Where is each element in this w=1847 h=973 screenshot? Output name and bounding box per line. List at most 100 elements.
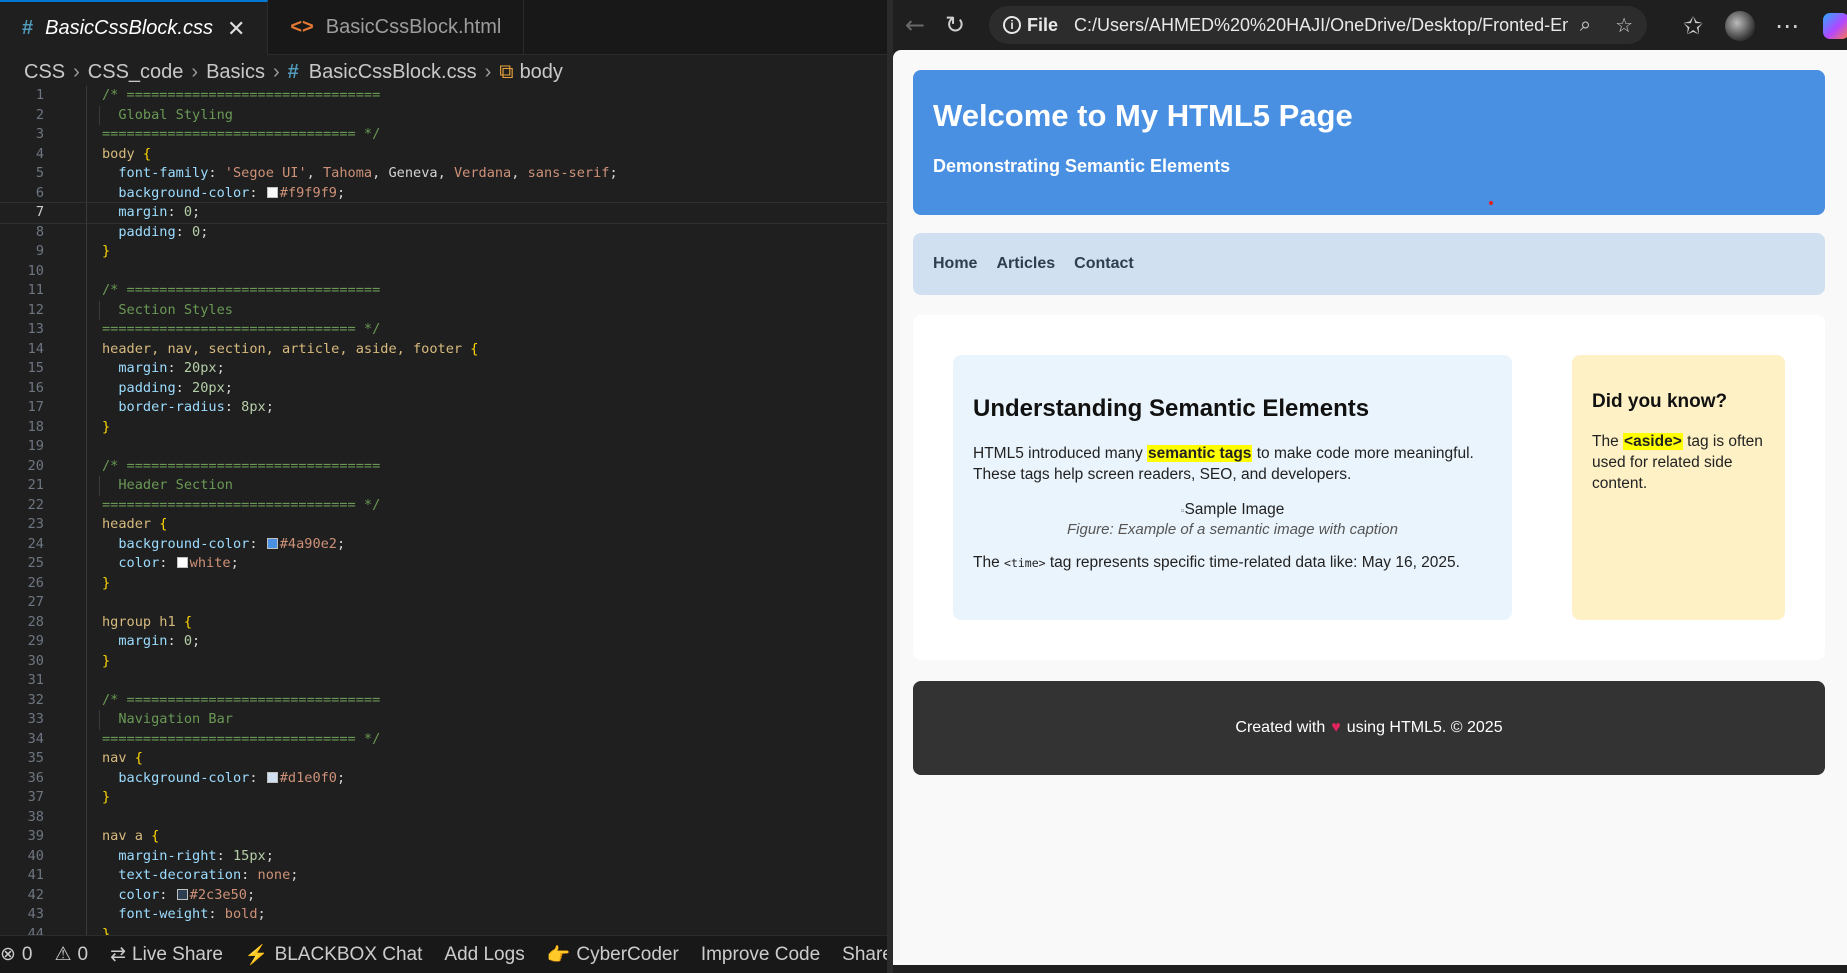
code-line[interactable]: 12 Section Styles (0, 300, 887, 320)
errors-indicator[interactable]: ⊗ 0 (0, 943, 33, 966)
url-text[interactable]: C:/Users/AHMED%20%20HAJI/OneDrive/Deskto… (1074, 15, 1568, 36)
code-line[interactable]: 36 background-color: #d1e0f0; (0, 768, 887, 789)
code-line[interactable]: 41 text-decoration: none; (0, 866, 887, 886)
code-line[interactable]: 1 /* =============================== (0, 86, 887, 106)
code-line[interactable]: 43 font-weight: bold; (0, 905, 887, 925)
code-line[interactable]: 38 (0, 807, 887, 827)
add-logs-button[interactable]: Add Logs (444, 944, 524, 966)
code-line[interactable]: 32 /* =============================== (0, 690, 887, 711)
code-token: background-color (102, 184, 250, 201)
code-line[interactable]: 14 header, nav, section, article, aside, … (0, 339, 887, 359)
code-line[interactable]: 7 margin: 0; (0, 202, 887, 224)
nav-link-home[interactable]: Home (933, 255, 977, 273)
code-line[interactable]: 35 nav { (0, 749, 887, 769)
code-text: font-family: 'Segoe UI', Tahoma, Geneva,… (102, 164, 617, 184)
blackbox-chat-button[interactable]: ⚡ BLACKBOX Chat (245, 943, 423, 967)
code-line[interactable]: 3 =============================== */ (0, 125, 887, 145)
indent-guide (86, 378, 87, 398)
code-line[interactable]: 39 nav a { (0, 827, 887, 847)
code-line[interactable]: 4 body { (0, 144, 887, 164)
code-line[interactable]: 8 padding: 0; (0, 222, 887, 242)
indent-guide (86, 125, 87, 145)
code-line[interactable]: 20 /* =============================== (0, 456, 887, 476)
line-number: 12 (27, 301, 44, 318)
code-line[interactable]: 5 font-family: 'Segoe UI', Tahoma, Genev… (0, 164, 887, 184)
tab-basiccssblock-html[interactable]: <> BasicCssBlock.html (268, 0, 525, 55)
code-line[interactable]: 16 padding: 20px; (0, 378, 887, 398)
code-line[interactable]: 28 hgroup h1 { (0, 612, 887, 632)
code-line[interactable]: 37} (0, 788, 887, 808)
address-bar[interactable]: i File C:/Users/AHMED%20%20HAJI/OneDrive… (989, 6, 1647, 44)
close-icon[interactable]: ✕ (227, 16, 245, 42)
color-swatch-icon[interactable] (266, 771, 278, 783)
indent-guide (99, 300, 100, 320)
line-number: 25 (27, 555, 44, 571)
reload-icon[interactable]: ↻ (935, 5, 975, 45)
code-token: /* =============================== (102, 457, 381, 474)
more-options-icon[interactable]: ⋯ (1767, 6, 1807, 46)
code-token: background-color (102, 769, 250, 786)
code-token: hgroup h1 (102, 613, 184, 630)
nav-link-articles[interactable]: Articles (996, 255, 1055, 273)
code-text: /* =============================== (102, 691, 380, 711)
code-line[interactable]: 26} (0, 573, 887, 593)
tab-basiccssblock-css[interactable]: # BasicCssBlock.css ✕ (0, 0, 269, 55)
code-line[interactable]: 21 Header Section (0, 476, 887, 496)
code-line[interactable]: 2 Global Styling (0, 105, 887, 125)
copilot-icon[interactable] (1823, 13, 1847, 39)
text: HTML5 introduced many (973, 445, 1148, 462)
code-line[interactable]: 29 margin: 0; (0, 632, 887, 652)
back-arrow-icon[interactable]: ← (895, 5, 935, 45)
breadcrumb-item[interactable]: body (520, 61, 563, 84)
share-code-button[interactable]: Share Code L (842, 944, 887, 966)
code-line[interactable]: 19 (0, 437, 887, 457)
color-swatch-icon[interactable] (176, 888, 188, 900)
zoom-icon[interactable]: ⌕ (1580, 14, 1591, 37)
code-line[interactable]: 27 (0, 593, 887, 613)
breadcrumb-item[interactable]: BasicCssBlock.css (309, 61, 477, 84)
breadcrumb-item[interactable]: CSS_code (88, 61, 184, 84)
page-article: Understanding Semantic Elements HTML5 in… (953, 355, 1512, 620)
code-line[interactable]: 18} (0, 417, 887, 437)
color-swatch-icon[interactable] (266, 186, 278, 198)
code-line[interactable]: 31 (0, 671, 887, 691)
improve-code-label: Improve Code (700, 943, 821, 965)
code-line[interactable]: 25 color: white; (0, 554, 887, 574)
code-line[interactable]: 22 =============================== */ (0, 495, 887, 515)
live-share-button[interactable]: ⇄ Live Share (110, 943, 223, 966)
code-text: background-color: #d1e0f0; (102, 769, 345, 789)
code-area[interactable]: 1 /* =============================== 2 Glo… (0, 86, 887, 935)
code-line[interactable]: 44} (0, 924, 887, 935)
favorites-icon[interactable]: ✩ (1673, 6, 1713, 46)
code-line[interactable]: 30} (0, 651, 887, 671)
favorite-star-icon[interactable]: ☆ (1615, 13, 1633, 38)
code-token: 0 (183, 633, 193, 649)
code-line[interactable]: 11 /* =============================== (0, 281, 887, 301)
avatar[interactable] (1725, 11, 1755, 41)
nav-link-contact[interactable]: Contact (1074, 255, 1134, 273)
broken-image: ▫Sample Image (973, 501, 1492, 519)
code-line[interactable]: 10 (0, 261, 887, 281)
code-text: margin: 0; (102, 632, 200, 652)
improve-code-button[interactable]: Improve Code (701, 944, 820, 966)
code-line[interactable]: 24 background-color: #4a90e2; (0, 534, 887, 554)
code-line[interactable]: 33 Navigation Bar (0, 710, 887, 730)
code-line[interactable]: 17 border-radius: 8px; (0, 398, 887, 418)
cybercoder-button[interactable]: 👉 CyberCoder (547, 943, 679, 967)
warnings-indicator[interactable]: ⚠ 0 (55, 943, 89, 966)
breadcrumb-item[interactable]: Basics (206, 61, 265, 84)
code-line[interactable]: 9} (0, 242, 887, 262)
code-line[interactable]: 6 background-color: #f9f9f9; (0, 183, 887, 203)
code-line[interactable]: 42 color: #2c3e50; (0, 885, 887, 905)
code-line[interactable]: 13 =============================== */ (0, 320, 887, 340)
breadcrumb-item[interactable]: CSS (24, 61, 65, 84)
code-token: none (257, 867, 291, 883)
code-line[interactable]: 40 margin-right: 15px; (0, 846, 887, 866)
color-swatch-icon[interactable] (266, 537, 278, 549)
code-token: 20px (183, 360, 217, 376)
info-icon[interactable]: i (1003, 16, 1021, 34)
code-line[interactable]: 34 =============================== */ (0, 729, 887, 749)
code-line[interactable]: 23 header { (0, 515, 887, 535)
code-line[interactable]: 15 margin: 20px; (0, 359, 887, 379)
color-swatch-icon[interactable] (176, 557, 188, 568)
